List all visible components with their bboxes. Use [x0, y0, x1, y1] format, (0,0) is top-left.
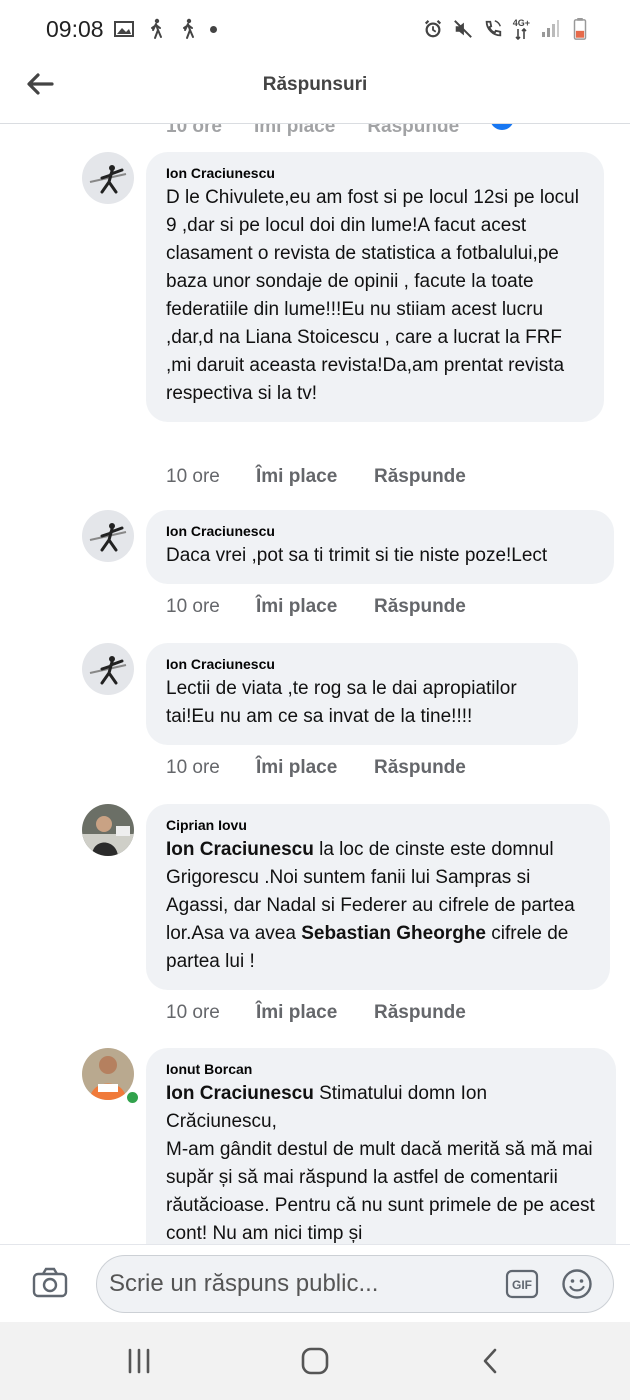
comment-time[interactable]: 10 ore — [166, 757, 256, 779]
like-link[interactable]: Îmi place — [256, 466, 374, 488]
mention-link[interactable]: Ion Craciunescu — [166, 1083, 314, 1104]
network-4g-icon: 4G+ — [512, 17, 530, 40]
avatar[interactable] — [82, 152, 134, 204]
walking-icon — [151, 18, 162, 39]
status-bar: 09:08 4G+ — [0, 0, 630, 58]
network-label: 4G+ — [512, 17, 530, 28]
comment-bubble: Ion Craciunescu Lectii de viata ,te rog … — [146, 643, 578, 745]
comment-text: D le Chivulete,eu am fost si pe locul 12… — [166, 184, 586, 408]
comment-actions: 10 ore Îmi place Răspunde — [166, 1002, 466, 1024]
reply-link[interactable]: Răspunde — [374, 1002, 466, 1024]
comment-actions: 10 ore Îmi place Răspunde — [166, 596, 466, 618]
like-link[interactable]: Îmi place — [256, 1002, 374, 1024]
reply-input-placeholder: Scrie un răspuns public... — [109, 1270, 379, 1297]
comment-author[interactable]: Ionut Borcan — [166, 1061, 598, 1077]
comment-actions: 10 ore Îmi place Răspunde — [166, 757, 466, 779]
comment-text: Lectii de viata ,te rog sa le dai apropi… — [166, 675, 560, 731]
wifi-call-icon — [485, 20, 501, 37]
comment-actions: 10 ore Îmi place Răspunde — [166, 466, 466, 488]
comment-text-segment: Lectii de viata ,te rog sa le dai apropi… — [166, 678, 517, 727]
mention-link[interactable]: Sebastian Gheorghe — [301, 923, 486, 944]
emoji-icon[interactable] — [561, 1268, 593, 1300]
comment-author[interactable]: Ciprian Iovu — [166, 817, 592, 833]
system-navigation-bar — [0, 1322, 630, 1400]
comment-text: Ion Craciunescu la loc de cinste este do… — [166, 836, 592, 976]
online-status-dot — [125, 1090, 140, 1105]
reply-link[interactable]: Răspunde — [374, 596, 466, 618]
recent-apps-icon[interactable] — [122, 1346, 156, 1376]
avatar[interactable] — [82, 643, 134, 695]
walking-icon — [183, 18, 194, 39]
camera-icon[interactable] — [32, 1267, 68, 1299]
previous-like-link[interactable]: Îmi place — [254, 124, 335, 138]
status-time: 09:08 — [46, 16, 104, 42]
home-icon[interactable] — [298, 1346, 332, 1376]
dot-icon — [210, 25, 217, 33]
svg-text:GIF: GIF — [512, 1278, 532, 1292]
comment-time[interactable]: 10 ore — [166, 1002, 256, 1024]
reply-composer: Scrie un răspuns public... GIF — [0, 1244, 630, 1322]
avatar[interactable] — [82, 510, 134, 562]
previous-time: 10 ore — [166, 124, 222, 137]
comment-bubble: Ionut Borcan Ion Craciunescu Stimatului … — [146, 1048, 616, 1244]
reply-link[interactable]: Răspunde — [374, 466, 466, 488]
comment-time[interactable]: 10 ore — [166, 466, 256, 488]
comment-author[interactable]: Ion Craciunescu — [166, 523, 596, 539]
comment-time[interactable]: 10 ore — [166, 596, 256, 618]
comment-text-segment: M-am gândit destul de mult dacă merită s… — [166, 1139, 595, 1244]
comment-bubble: Ion Craciunescu Daca vrei ,pot sa ti tri… — [146, 510, 614, 584]
like-link[interactable]: Îmi place — [256, 757, 374, 779]
reply-link[interactable]: Răspunde — [374, 757, 466, 779]
comment-text-segment: D le Chivulete,eu am fost si pe locul 12… — [166, 187, 579, 404]
avatar[interactable] — [82, 804, 134, 856]
previous-comment-meta: 10 ore Îmi place Răspunde — [166, 124, 459, 138]
status-left-icons — [114, 18, 217, 40]
comment-author[interactable]: Ion Craciunescu — [166, 165, 586, 181]
previous-reply-link[interactable]: Răspunde — [367, 124, 459, 138]
mention-link[interactable]: Ion Craciunescu — [166, 839, 314, 860]
comments-feed[interactable]: 10 ore Îmi place Răspunde Ion Craciunesc… — [0, 124, 630, 1244]
status-right-icons: 4G+ — [423, 18, 590, 40]
image-icon — [114, 21, 134, 37]
gif-icon[interactable]: GIF — [505, 1269, 539, 1299]
mute-icon — [453, 20, 472, 38]
comment-text: Ion Craciunescu Stimatului domn Ion Crăc… — [166, 1080, 598, 1244]
signal-icon — [542, 20, 559, 37]
comment-author[interactable]: Ion Craciunescu — [166, 656, 560, 672]
comment-text: Daca vrei ,pot sa ti trimit si tie niste… — [166, 542, 596, 570]
comment-text-segment: Daca vrei ,pot sa ti trimit si tie niste… — [166, 545, 548, 566]
comment-bubble: Ciprian Iovu Ion Craciunescu la loc de c… — [146, 804, 610, 990]
reply-input[interactable]: Scrie un răspuns public... GIF — [96, 1255, 614, 1313]
battery-icon — [573, 18, 587, 40]
like-link[interactable]: Îmi place — [256, 596, 374, 618]
back-icon[interactable] — [474, 1346, 508, 1376]
alarm-icon — [424, 20, 441, 38]
app-header: Răspunsuri — [0, 58, 630, 124]
page-title: Răspunsuri — [262, 74, 368, 95]
comment-bubble: Ion Craciunescu D le Chivulete,eu am fos… — [146, 152, 604, 422]
reaction-badge — [490, 124, 514, 130]
